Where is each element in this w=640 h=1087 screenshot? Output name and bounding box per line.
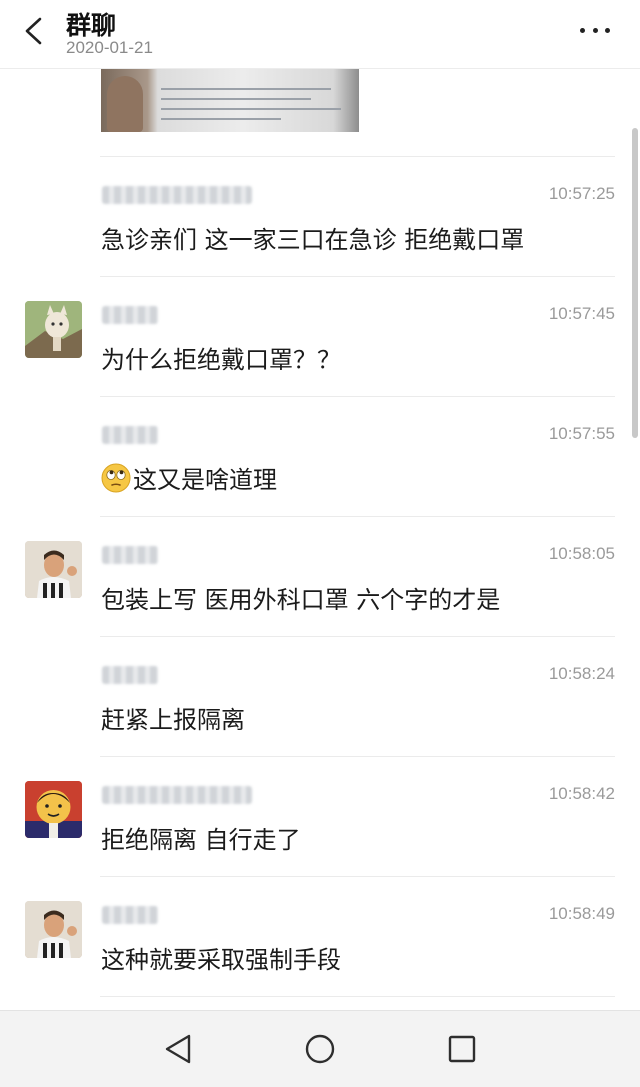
rolling-eyes-emoji-icon (101, 463, 131, 492)
sender-name-blurred (102, 546, 158, 564)
more-dot-icon (580, 27, 585, 33)
cartoon-avatar-icon (25, 781, 82, 838)
more-dot-icon (605, 27, 610, 33)
chevron-left-icon (25, 17, 42, 45)
hand-in-photo (107, 76, 143, 132)
message-text: 这又是啥道理 (133, 466, 277, 494)
message-divider (100, 396, 615, 397)
document-line (161, 118, 281, 120)
avatar[interactable] (25, 901, 82, 958)
back-button[interactable] (16, 14, 50, 48)
message-divider (100, 876, 615, 877)
sender-name-blurred (102, 426, 158, 444)
chat-date: 2020-01-21 (66, 38, 153, 57)
cat-avatar-icon (25, 301, 82, 358)
square-recents-icon (448, 1035, 476, 1063)
shared-image-message[interactable] (101, 68, 359, 132)
message-time: 10:57:45 (548, 304, 615, 323)
message-time: 10:57:25 (548, 184, 615, 203)
message-divider (100, 636, 615, 637)
triangle-back-icon (165, 1034, 191, 1064)
chat-title: 群聊 (66, 11, 117, 40)
message-time: 10:58:42 (548, 784, 615, 803)
chat-header: 群聊 2020-01-21 (0, 0, 640, 69)
nav-recents-button[interactable] (444, 1031, 480, 1067)
more-options-button[interactable] (580, 20, 610, 40)
sender-name-blurred (102, 786, 252, 804)
message-text: 包装上写 医用外科口罩 六个字的才是 (101, 586, 501, 614)
message-text: 急诊亲们 这一家三口在急诊 拒绝戴口罩 (101, 226, 525, 254)
chat-message[interactable]: 10:58:05 包装上写 医用外科口罩 六个字的才是 (0, 516, 640, 636)
message-text-row: 这又是啥道理 (101, 460, 277, 495)
chat-message[interactable]: 10:57:55 这又是啥道理 (0, 396, 640, 516)
message-divider (100, 996, 615, 997)
system-navigation-bar (0, 1010, 640, 1087)
message-divider (100, 756, 615, 757)
player-avatar-icon (25, 901, 82, 958)
message-time: 10:58:05 (548, 544, 615, 563)
chat-message[interactable]: 10:58:24 赶紧上报隔离 (0, 636, 640, 756)
scrollbar[interactable] (632, 128, 638, 438)
message-text: 拒绝隔离 自行走了 (101, 826, 301, 854)
chat-message[interactable]: 10:57:25 急诊亲们 这一家三口在急诊 拒绝戴口罩 (0, 156, 640, 276)
nav-home-button[interactable] (302, 1031, 338, 1067)
nav-back-button[interactable] (160, 1031, 196, 1067)
player-avatar-icon (25, 541, 82, 598)
more-dot-icon (592, 27, 598, 33)
circle-home-icon (305, 1034, 335, 1064)
chat-message[interactable]: 10:57:45 为什么拒绝戴口罩？？ (0, 276, 640, 396)
chat-message[interactable]: 10:58:42 拒绝隔离 自行走了 (0, 756, 640, 876)
chat-message-partial (0, 996, 640, 1010)
message-text: 赶紧上报隔离 (101, 706, 245, 734)
avatar[interactable] (25, 781, 82, 838)
sender-name-blurred (102, 906, 158, 924)
message-time: 10:58:24 (548, 664, 615, 683)
message-divider (100, 156, 615, 157)
message-divider (100, 516, 615, 517)
sender-name-blurred (102, 306, 158, 324)
document-line (161, 108, 341, 110)
message-divider (100, 276, 615, 277)
message-time: 10:58:49 (548, 904, 615, 923)
chat-message[interactable]: 10:58:49 这种就要采取强制手段 (0, 876, 640, 996)
document-line (161, 98, 311, 100)
message-time: 10:57:55 (548, 424, 615, 443)
message-text: 这种就要采取强制手段 (101, 946, 341, 974)
avatar[interactable] (25, 301, 82, 358)
sender-name-blurred (102, 186, 252, 204)
document-line (161, 88, 331, 90)
message-text: 为什么拒绝戴口罩？？ (101, 346, 341, 374)
sender-name-blurred (102, 666, 158, 684)
avatar[interactable] (25, 541, 82, 598)
chat-message-list[interactable]: 10:57:25 急诊亲们 这一家三口在急诊 拒绝戴口罩 10:57:45 为什… (0, 68, 640, 1010)
